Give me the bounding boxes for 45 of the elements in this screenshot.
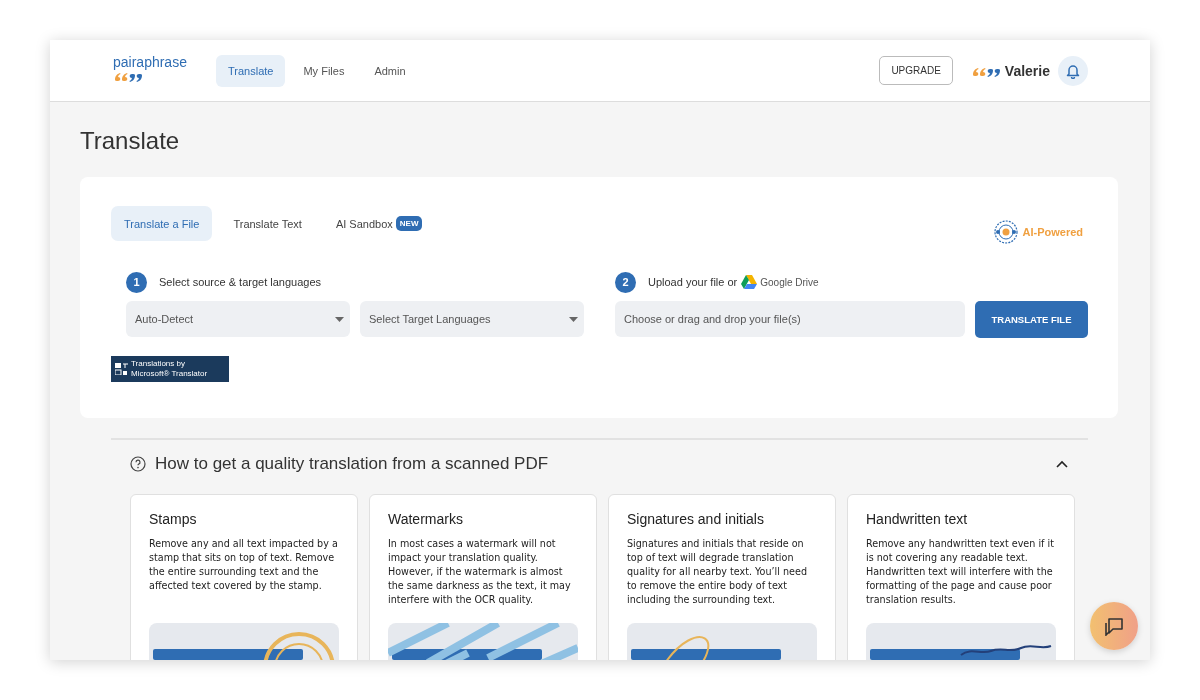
step-label: Select source & target languages xyxy=(159,276,322,288)
notifications-button[interactable] xyxy=(1058,55,1088,86)
nav-tab[interactable]: My Files xyxy=(291,54,357,87)
translate-file-button[interactable]: TRANSLATE FILE xyxy=(975,301,1088,338)
card-text: Remove any and all text impacted by a stamp that sits on top of text. Remove the entire surrounding text and the affected text covered by the stamp. xyxy=(149,537,339,593)
new-badge: NEW xyxy=(395,216,423,231)
card-title: Signatures and initials xyxy=(627,511,765,527)
card-text: In most cases a watermark will not impact your translation quality. However, if the watermark is almost the same darkness as the text, it may interfere with the OCR quality. xyxy=(388,537,572,607)
target-language-select[interactable]: Select Target Languages xyxy=(360,301,584,337)
chat-icon xyxy=(1103,616,1125,636)
caret-icon xyxy=(335,316,344,322)
nav-tab[interactable]: Admin xyxy=(362,54,418,87)
tab[interactable]: Translate a File xyxy=(111,206,213,241)
page-title: Translate xyxy=(80,127,181,155)
source-language-select[interactable]: Auto-Detect xyxy=(126,301,350,337)
card-title: Watermarks xyxy=(388,511,464,527)
chevron-up-icon[interactable] xyxy=(1056,459,1068,469)
upgrade-button[interactable]: UPGRADE xyxy=(879,56,953,85)
user-name[interactable]: Valerie xyxy=(1004,62,1050,79)
ai-chip-icon xyxy=(994,220,1019,244)
chat-button[interactable] xyxy=(1090,602,1138,650)
card-text: Signatures and initials that reside on top of text will degrade translation quality for all nearby text. You’ll need to remove the entire body of text including the surrounding text. xyxy=(627,537,808,607)
google-drive-link[interactable]: Google Drive xyxy=(741,275,819,289)
section-title: How to get a quality translation from a scanned PDF xyxy=(155,454,550,474)
step-number: 2 xyxy=(615,271,636,293)
step-number: 1 xyxy=(126,271,147,293)
bell-icon xyxy=(1065,62,1081,79)
accordion-header[interactable]: How to get a quality translation from a scanned PDF xyxy=(111,438,1088,488)
logo-text: pairaphrase xyxy=(113,53,188,70)
attribution-text: Microsoft® Translator xyxy=(131,369,208,379)
file-field[interactable]: Choose or drag and drop your file(s) xyxy=(615,301,965,337)
attribution-text: Translations by xyxy=(131,359,186,369)
tab-label: AI Sandbox xyxy=(335,217,393,230)
nav-tab[interactable]: Translate xyxy=(216,54,286,87)
drive-icon xyxy=(741,275,758,289)
help-icon xyxy=(130,456,146,472)
tab[interactable]: AI Sandbox NEW xyxy=(322,206,436,241)
card-title: Handwritten text xyxy=(866,511,969,527)
translator-icon xyxy=(115,363,128,375)
card-title: Stamps xyxy=(149,511,198,527)
ai-powered-label: AI-Powered xyxy=(1022,226,1083,238)
card-text: Remove any handwritten text even if it is not covering any readable text. Handwritten text will interfere with the formatting of the page and cause poor translation results. xyxy=(866,537,1055,607)
caret-icon xyxy=(569,316,578,322)
step-label: Upload your file or xyxy=(648,276,738,288)
tab[interactable]: Translate Text xyxy=(220,206,315,241)
